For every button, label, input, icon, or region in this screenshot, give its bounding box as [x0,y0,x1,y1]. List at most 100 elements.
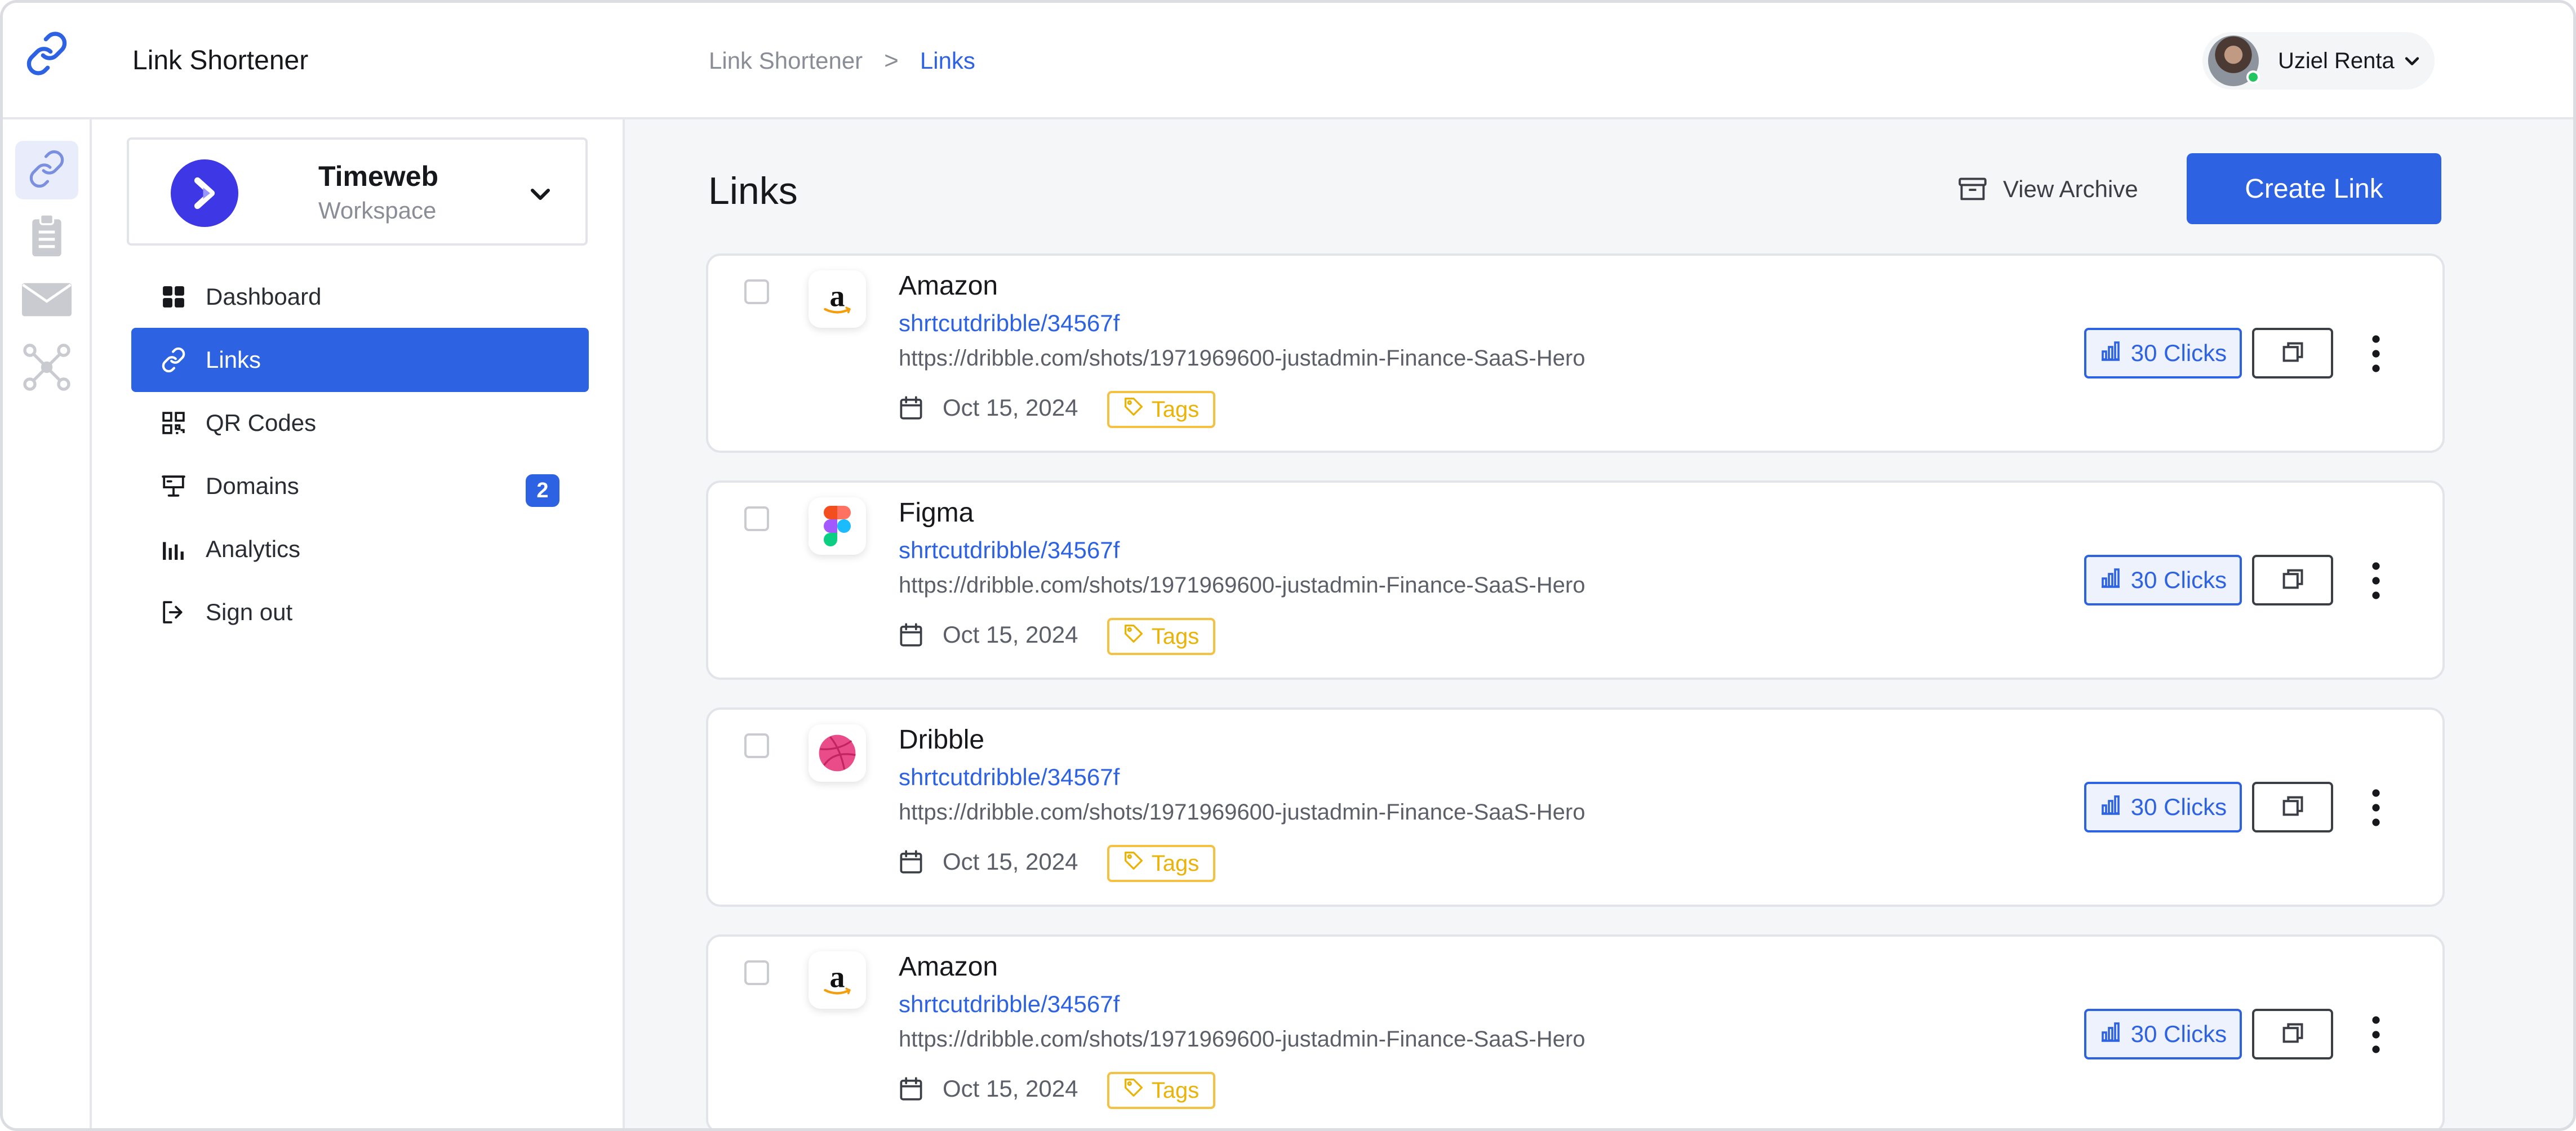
tag-icon [1123,851,1144,876]
short-link[interactable]: shrtcutdribble/34567f [899,764,1120,791]
workspace-logo [171,159,238,227]
short-link[interactable]: shrtcutdribble/34567f [899,310,1120,337]
tags-button[interactable]: Tags [1107,618,1215,655]
date-text: Oct 15, 2024 [943,848,1078,875]
app-title: Link Shortener [132,46,309,75]
amazon-icon: a [809,951,866,1009]
sidebar-item-label: Domains [206,473,299,499]
link-icon [161,347,186,373]
bar-chart-icon [2099,793,2122,821]
sidebar-item-sign-out[interactable]: Sign out [131,580,589,644]
rail-links-button[interactable] [15,141,78,199]
destination-url[interactable]: https://dribble.com/shots/1971969600-jus… [899,346,1585,371]
clicks-label: 30 Clicks [2130,794,2227,820]
create-link-button[interactable]: Create Link [2187,153,2441,224]
more-options-icon[interactable] [2365,1013,2387,1056]
view-archive-button[interactable]: View Archive [1958,176,2138,203]
short-link[interactable]: shrtcutdribble/34567f [899,991,1120,1018]
chevron-down-icon [527,182,554,205]
workspace-name: Timeweb [318,161,439,192]
link-card: Dribble shrtcutdribble/34567f https://dr… [706,707,2445,907]
svg-text:a: a [830,960,845,994]
bar-chart-icon [2099,339,2122,367]
row-checkbox[interactable] [744,733,769,758]
destination-url[interactable]: https://dribble.com/shots/1971969600-jus… [899,1027,1585,1052]
copy-icon [2280,340,2305,367]
svg-text:a: a [830,279,845,313]
copy-icon [2280,1021,2305,1048]
rail-mail-button[interactable] [15,271,78,330]
sidebar-item-analytics[interactable]: Analytics [131,517,589,581]
clicks-button[interactable]: 30 Clicks [2084,555,2242,605]
online-status-dot [2246,70,2260,84]
tags-label: Tags [1151,397,1200,422]
copy-icon [2280,567,2305,594]
calendar-icon [899,622,923,647]
link-card: Figma shrtcutdribble/34567f https://drib… [706,480,2445,680]
breadcrumb-current[interactable]: Links [920,47,975,74]
user-name: Uziel Renta [2278,48,2395,73]
clipboard-icon [27,213,66,261]
top-bar: Link Shortener Link Shortener > Links Uz… [3,3,2573,119]
sidebar-item-label: Sign out [206,599,293,625]
archive-icon [1958,177,1987,202]
short-link[interactable]: shrtcutdribble/34567f [899,537,1120,564]
workspace-subtitle: Workspace [318,197,437,224]
calendar-icon [899,395,923,420]
tags-button[interactable]: Tags [1107,1072,1215,1109]
copy-button[interactable] [2252,782,2333,832]
page-title: Links [708,170,798,212]
link-logo-icon[interactable] [24,31,69,76]
more-options-icon[interactable] [2365,559,2387,602]
main-content: Links View Archive Create Link a Amazon … [625,119,2573,1128]
date-text: Oct 15, 2024 [943,1075,1078,1102]
tags-button[interactable]: Tags [1107,391,1215,428]
more-options-icon[interactable] [2365,332,2387,375]
link-date: Oct 15, 2024 [899,394,1078,421]
link-name: Dribble [899,725,985,755]
sidebar-item-label: Links [206,346,261,373]
link-card: a Amazon shrtcutdribble/34567f https://d… [706,253,2445,453]
clicks-label: 30 Clicks [2130,1021,2227,1047]
row-checkbox[interactable] [744,279,769,304]
link-date: Oct 15, 2024 [899,621,1078,648]
destination-url[interactable]: https://dribble.com/shots/1971969600-jus… [899,800,1585,825]
sidebar-item-qr-codes[interactable]: QR Codes [131,391,589,455]
link-date: Oct 15, 2024 [899,1075,1078,1102]
destination-url[interactable]: https://dribble.com/shots/1971969600-jus… [899,573,1585,598]
sidebar-item-label: Dashboard [206,283,322,310]
rail-network-button[interactable] [15,339,78,398]
sidebar-item-label: Analytics [206,536,301,562]
sidebar-item-domains[interactable]: Domains 2 [131,454,589,518]
clicks-button[interactable]: 30 Clicks [2084,1009,2242,1059]
qr-icon [161,410,186,436]
sidebar: Timeweb Workspace Dashboard Links QR Cod… [92,119,625,1128]
breadcrumb-separator: > [884,47,899,74]
copy-button[interactable] [2252,555,2333,605]
rail-clipboard-button[interactable] [15,207,78,266]
tags-button[interactable]: Tags [1107,845,1215,882]
network-icon [21,342,72,395]
figma-icon [809,497,866,555]
copy-button[interactable] [2252,328,2333,379]
user-menu[interactable]: Uziel Renta [2202,32,2435,90]
workspace-switcher[interactable]: Timeweb Workspace [127,137,588,246]
tag-icon [1123,624,1144,649]
clicks-button[interactable]: 30 Clicks [2084,782,2242,832]
clicks-label: 30 Clicks [2130,340,2227,366]
view-archive-label: View Archive [2003,176,2138,202]
tags-label: Tags [1151,851,1200,876]
tag-icon [1123,1077,1144,1103]
calendar-icon [899,1076,923,1101]
more-options-icon[interactable] [2365,786,2387,829]
calendar-icon [899,849,923,874]
tag-icon [1123,397,1144,422]
clicks-button[interactable]: 30 Clicks [2084,328,2242,379]
sidebar-item-links[interactable]: Links [131,328,589,392]
row-checkbox[interactable] [744,506,769,531]
sidebar-item-label: QR Codes [206,409,317,436]
copy-button[interactable] [2252,1009,2333,1059]
breadcrumb-root[interactable]: Link Shortener [709,47,863,74]
sidebar-item-dashboard[interactable]: Dashboard [131,265,589,329]
row-checkbox[interactable] [744,960,769,985]
